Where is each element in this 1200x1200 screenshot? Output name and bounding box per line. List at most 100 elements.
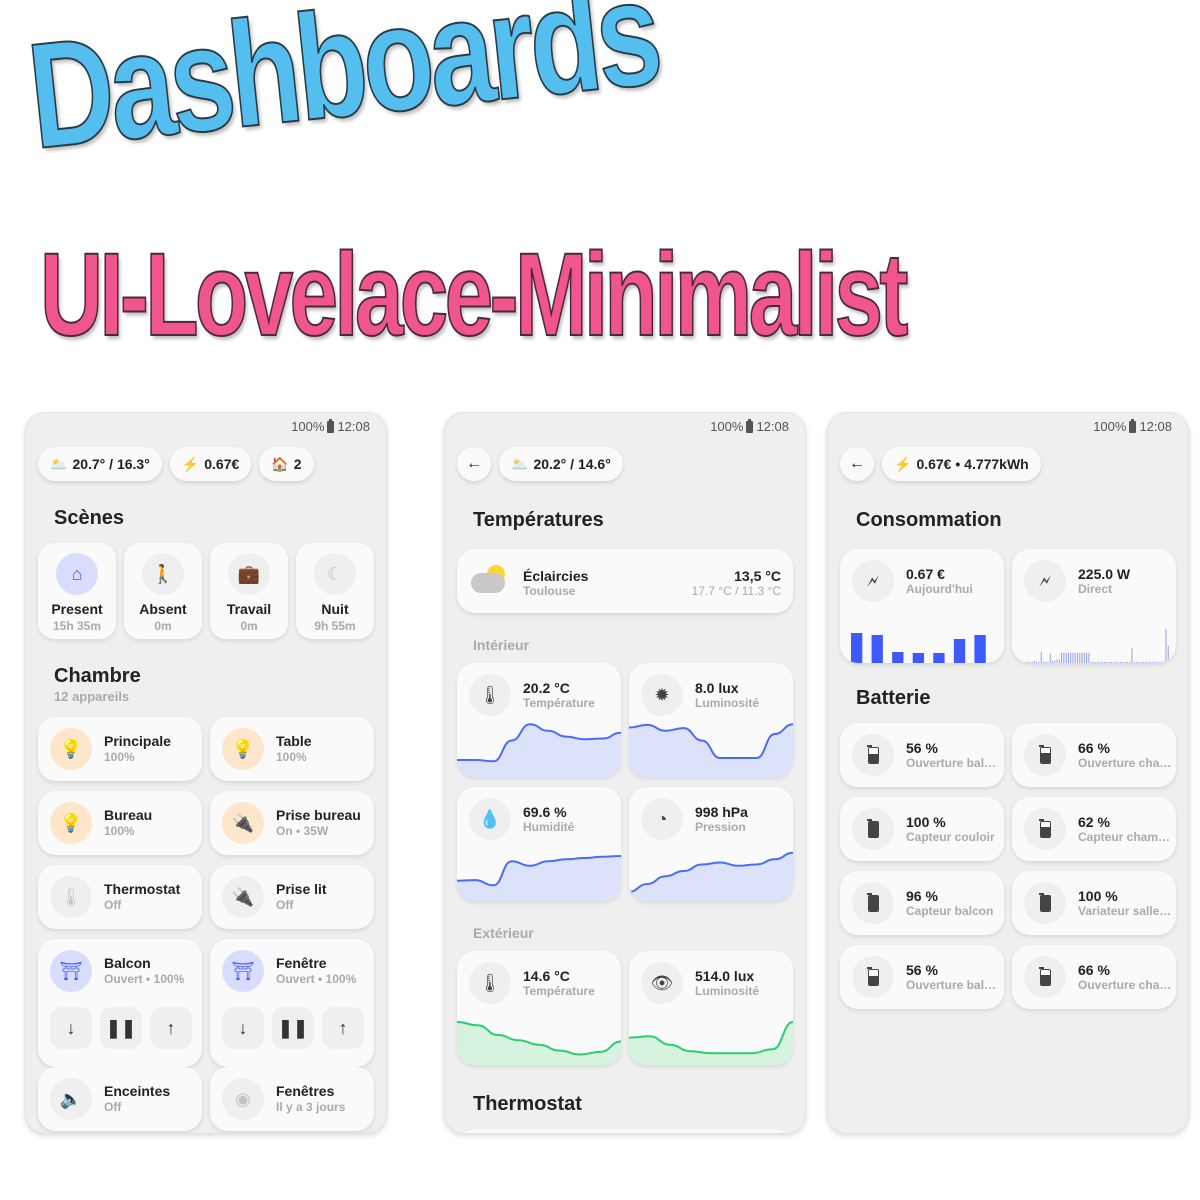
device-name: Table	[276, 733, 312, 749]
energy-bar-chart	[851, 633, 986, 663]
lightning-icon: ⚡	[894, 455, 912, 472]
device-card[interactable]: ◉ Fenêtres Il y a 3 jours	[210, 1067, 374, 1131]
device-card[interactable]: 💡 Principale 100%	[38, 717, 202, 781]
sensor-card[interactable]: 💧 69.6 % Humidité	[457, 787, 621, 901]
plug-icon: 🔌	[222, 876, 264, 918]
battery-card[interactable]: 100 %Variateur salle de bain	[1012, 871, 1176, 935]
energy-label: Aujourd'hui	[906, 582, 973, 596]
device-name: Fenêtres	[276, 1083, 335, 1099]
device-card[interactable]: 💡 Table 100%	[210, 717, 374, 781]
battery-glyph	[1039, 746, 1051, 764]
sensor-card[interactable]: ✹ 8.0 lux Luminosité	[629, 663, 793, 777]
power-bar	[1027, 661, 1029, 663]
back-button[interactable]: ←	[840, 447, 874, 481]
sensor-card[interactable]: ◔ 998 hPa Pression	[629, 787, 793, 901]
cover-pause-button[interactable]: ❚❚	[272, 1007, 314, 1049]
battery-value: 96 %	[906, 888, 938, 904]
battery-card[interactable]: 96 % Capteur balcon	[840, 871, 1004, 935]
power-bar	[1047, 661, 1049, 663]
sensor-value: 69.6 %	[523, 804, 567, 820]
sensor-value: 8.0 lux	[695, 680, 739, 696]
thermometer-icon: 🌡	[469, 962, 511, 1004]
energy-bar	[871, 635, 883, 663]
device-card[interactable]: 🌡 Thermostat Off	[38, 865, 202, 929]
energy-card[interactable]: 🗲 225.0 W Direct	[1012, 549, 1176, 663]
power-bar	[1142, 661, 1144, 663]
battery-level-icon	[852, 882, 894, 924]
battery-level-icon	[852, 734, 894, 776]
battery-card[interactable]: 66 %Ouverture chambre	[1012, 945, 1176, 1009]
sensor-card[interactable]: 🌡 20.2 °C Température	[457, 663, 621, 777]
exterior-label: Extérieur	[473, 925, 534, 941]
cover-pause-button[interactable]: ❚❚	[100, 1007, 142, 1049]
cover-down-button[interactable]: ↓	[222, 1007, 264, 1049]
weather-range: 17.7 °C / 11.3 °C	[691, 584, 781, 598]
scene-name: Travail	[226, 601, 272, 617]
battery-card[interactable]: 62 % Capteur chambre	[1012, 797, 1176, 861]
battery-fill	[1040, 827, 1050, 837]
battery-glyph	[867, 894, 879, 912]
device-card[interactable]: 💡 Bureau 100%	[38, 791, 202, 855]
battery-level-icon	[852, 956, 894, 998]
power-bar	[1038, 661, 1040, 663]
battery-card[interactable]: 56 % Ouverture balcon	[840, 945, 1004, 1009]
energy-chip[interactable]: ⚡ 0.67€ • 4.777kWh	[882, 447, 1041, 481]
sensor-value: 20.2 °C	[523, 680, 570, 696]
power-bar	[1072, 652, 1074, 663]
cover-down-button[interactable]: ↓	[50, 1007, 92, 1049]
battery-card[interactable]: 56 % Ouverture balcon	[840, 723, 1004, 787]
status-bar: 100% 12:08	[710, 418, 789, 434]
energy-value: 0.67 €	[906, 566, 945, 582]
power-bar	[1065, 652, 1067, 663]
scene-nuit[interactable]: ☾ Nuit 9h 55m	[296, 543, 374, 639]
thermostat-card[interactable]	[457, 1129, 793, 1133]
power-bar	[1056, 659, 1058, 663]
scene-duration: 0m	[240, 619, 258, 633]
weather-chip[interactable]: 🌥️ 20.2° / 14.6°	[499, 447, 623, 481]
device-card[interactable]: ⛩ Balcon Ouvert • 100% ↓ ❚❚ ↑	[38, 939, 202, 1067]
battery-level-icon	[852, 808, 894, 850]
weather-card[interactable]: Éclaircies Toulouse 13,5 °C 17.7 °C / 11…	[457, 549, 793, 613]
scene-present[interactable]: ⌂ Present 15h 35m	[38, 543, 116, 639]
device-name: Thermostat	[104, 881, 181, 897]
power-bar	[1040, 651, 1042, 663]
flash-icon: 🗲	[1024, 560, 1066, 602]
power-bar	[1154, 661, 1156, 663]
device-name: Principale	[104, 733, 171, 749]
power-bar	[1113, 661, 1115, 663]
battery-card[interactable]: 66 %Ouverture chambre	[1012, 723, 1176, 787]
device-card[interactable]: ⛩ Fenêtre Ouvert • 100% ↓ ❚❚ ↑	[210, 939, 374, 1067]
sparkline-area	[457, 724, 621, 777]
scene-absent[interactable]: 🚶 Absent 0m	[124, 543, 202, 639]
power-bar	[1061, 652, 1063, 663]
device-card[interactable]: 🔌 Prise lit Off	[210, 865, 374, 929]
battery-fill	[1040, 974, 1050, 985]
device-card[interactable]: 🔌 Prise bureau On • 35W	[210, 791, 374, 855]
sensor-label: Humidité	[523, 820, 575, 834]
power-bar	[1104, 661, 1106, 663]
power-bar	[1024, 661, 1026, 663]
battery-card[interactable]: 100 % Capteur couloir	[840, 797, 1004, 861]
battery-icon	[1129, 418, 1137, 433]
thermometer-icon: 🌡	[50, 876, 92, 918]
energy-chip[interactable]: ⚡ 0.67€	[169, 447, 252, 481]
weather-chip[interactable]: 🌥️ 20.7° / 16.3°	[38, 447, 162, 481]
power-bar	[1052, 660, 1054, 663]
power-bar	[1022, 661, 1024, 663]
presence-chip[interactable]: 🏠 2	[259, 447, 314, 481]
title-dashboards: Dashboards	[20, 0, 665, 181]
device-card[interactable]: 🔈 Enceintes Off	[38, 1067, 202, 1131]
cover-up-button[interactable]: ↑	[150, 1007, 192, 1049]
speaker-icon: 🔈	[50, 1078, 92, 1120]
power-bar	[1031, 661, 1033, 663]
room-title: Chambre	[54, 665, 141, 687]
battery-glyph	[1039, 894, 1051, 912]
arrow-down-icon: ↓	[66, 1017, 76, 1038]
energy-card[interactable]: 🗲 0.67 € Aujourd'hui	[840, 549, 1004, 663]
sensor-value: 14.6 °C	[523, 968, 570, 984]
cover-up-button[interactable]: ↑	[322, 1007, 364, 1049]
scene-travail[interactable]: 💼 Travail 0m	[210, 543, 288, 639]
back-button[interactable]: ←	[457, 447, 491, 481]
sensor-card[interactable]: 👁 514.0 lux Luminosité	[629, 951, 793, 1065]
sensor-card[interactable]: 🌡 14.6 °C Température	[457, 951, 621, 1065]
